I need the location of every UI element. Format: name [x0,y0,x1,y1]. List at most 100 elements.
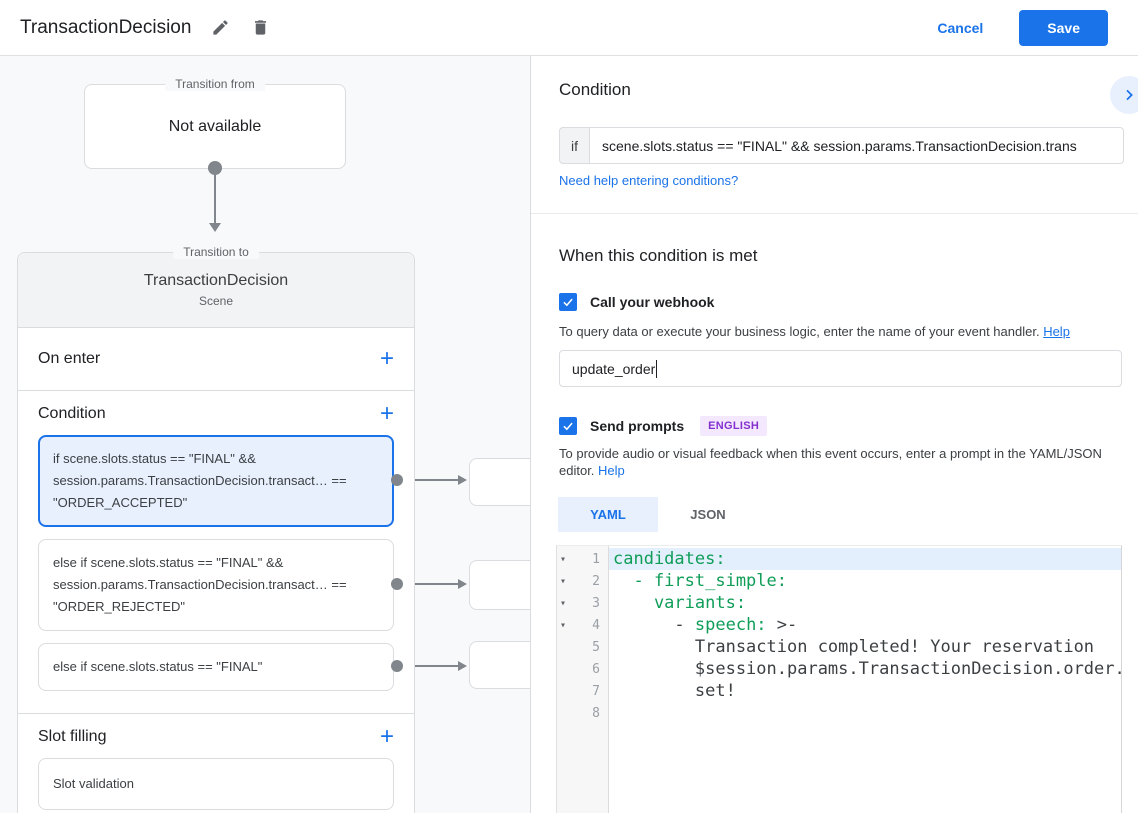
send-prompts-label: Send prompts [590,418,685,434]
code-line: Transaction completed! Your reservation [609,636,1121,658]
webhook-handler-value: update_order [572,360,656,377]
transition-target-box[interactable] [469,641,530,689]
arrow-right-icon [458,661,467,671]
add-condition-button[interactable]: + [380,402,394,426]
webhook-help-link[interactable]: Help [1043,324,1070,339]
trash-icon[interactable] [251,18,271,38]
line-number: 2 [592,573,600,589]
yaml-token: set! [613,681,736,701]
code-line: candidates: [609,548,1121,570]
scene-header[interactable]: TransactionDecision Scene [18,253,414,328]
yaml-token: - first_simple: [613,571,787,591]
yaml-token: speech: [694,615,767,635]
gutter-row: 1 [557,548,608,570]
tab-yaml[interactable]: YAML [558,497,658,532]
on-enter-title: On enter [38,350,101,367]
condition-card-selected[interactable]: if scene.slots.status == "FINAL" && sess… [38,435,394,527]
scene-name: TransactionDecision [143,272,289,289]
call-webhook-row: Call your webhook [559,293,714,311]
yaml-token: - [613,615,695,635]
transition-target-box[interactable] [469,458,530,506]
yaml-editor[interactable]: 1 2 3 4 5 6 7 8 candidates: - first_simp… [556,545,1122,813]
connector-line [214,168,216,223]
condition-expression-row: if scene.slots.status == "FINAL" && sess… [559,127,1124,164]
line-number: 4 [592,617,600,633]
yaml-token: >- [766,615,798,635]
arrow-right-icon [458,579,467,589]
chevron-right-icon [1126,89,1133,101]
webhook-handler-input[interactable]: update_order [559,350,1122,387]
yaml-token: candidates: [613,549,726,569]
add-slot-button[interactable]: + [380,725,394,749]
line-number: 1 [592,551,600,567]
if-prefix-label: if [559,127,589,164]
slot-validation-card[interactable]: Slot validation [38,758,394,810]
transition-target-box[interactable] [469,560,530,610]
transition-to-card: Transition to TransactionDecision Scene … [17,245,415,813]
save-button[interactable]: Save [1019,9,1108,46]
line-number: 7 [592,683,600,699]
transition-from-label: Transition from [165,77,265,91]
fold-toggle-icon[interactable] [560,592,566,614]
condition-card[interactable]: else if scene.slots.status == "FINAL" &&… [38,539,394,631]
editor-code-area[interactable]: candidates: - first_simple: variants: - … [609,546,1121,813]
section-slot-filling: Slot filling + Slot validation [18,714,414,810]
gutter-row: 4 [557,614,608,636]
editor-gutter: 1 2 3 4 5 6 7 8 [557,546,609,813]
condition-card[interactable]: else if scene.slots.status == "FINAL" [38,643,394,691]
add-on-enter-button[interactable]: + [380,347,394,371]
gutter-row: 2 [557,570,608,592]
gutter-row: 7 [557,680,608,702]
yaml-token: Transaction completed! Your reservation [613,637,1095,657]
send-prompts-row: Send prompts ENGLISH [559,416,768,436]
line-number: 5 [592,639,600,655]
connector-dot [208,161,222,175]
code-line: variants: [609,592,1121,614]
yaml-token: variants: [613,593,747,613]
language-badge: ENGLISH [700,416,768,436]
section-on-enter: On enter + [18,328,414,391]
transition-to-label: Transition to [173,245,259,259]
gutter-row: 8 [557,702,608,724]
fold-toggle-icon[interactable] [560,548,566,570]
tab-json[interactable]: JSON [658,497,758,532]
text-cursor [656,359,658,378]
call-webhook-checkbox[interactable] [559,293,577,311]
prompts-help-link[interactable]: Help [598,463,625,478]
checkmark-icon [563,298,573,307]
condition-expression-input[interactable]: scene.slots.status == "FINAL" && session… [589,127,1124,164]
conditions-help-link[interactable]: Need help entering conditions? [559,173,738,188]
webhook-description: To query data or execute your business l… [559,323,1114,340]
connector-dot [391,660,403,672]
section-condition: Condition + if scene.slots.status == "FI… [18,391,414,714]
prompts-description: To provide audio or visual feedback when… [559,445,1114,479]
webhook-description-text: To query data or execute your business l… [559,324,1044,339]
editor-tabs: YAML JSON [558,497,758,532]
divider [531,213,1138,214]
connector-dot [391,474,403,486]
gutter-row: 5 [557,636,608,658]
cancel-button[interactable]: Cancel [937,20,983,36]
collapse-panel-button[interactable] [1110,76,1138,114]
when-condition-met-title: When this condition is met [559,246,758,265]
panel-title: Condition [559,80,631,99]
edit-icon[interactable] [211,18,231,38]
condition-detail-panel: Condition if scene.slots.status == "FINA… [530,56,1138,813]
transition-from-box[interactable]: Transition from Not available [84,77,346,169]
prompts-description-text: To provide audio or visual feedback when… [559,446,1102,478]
checkmark-icon [563,422,573,431]
app-header: TransactionDecision Cancel Save [0,0,1138,56]
code-line: - speech: >- [609,614,1121,636]
send-prompts-checkbox[interactable] [559,417,577,435]
fold-toggle-icon[interactable] [560,570,566,592]
line-number: 3 [592,595,600,611]
page-title: TransactionDecision [20,16,192,38]
condition-section-title: Condition [38,405,106,422]
scene-diagram-canvas: Transition from Not available Transition… [0,56,530,813]
gutter-row: 6 [557,658,608,680]
fold-toggle-icon[interactable] [560,614,566,636]
arrow-right-icon [458,475,467,485]
code-line: $session.params.TransactionDecision.orde… [609,658,1121,680]
call-webhook-label: Call your webhook [590,294,715,310]
